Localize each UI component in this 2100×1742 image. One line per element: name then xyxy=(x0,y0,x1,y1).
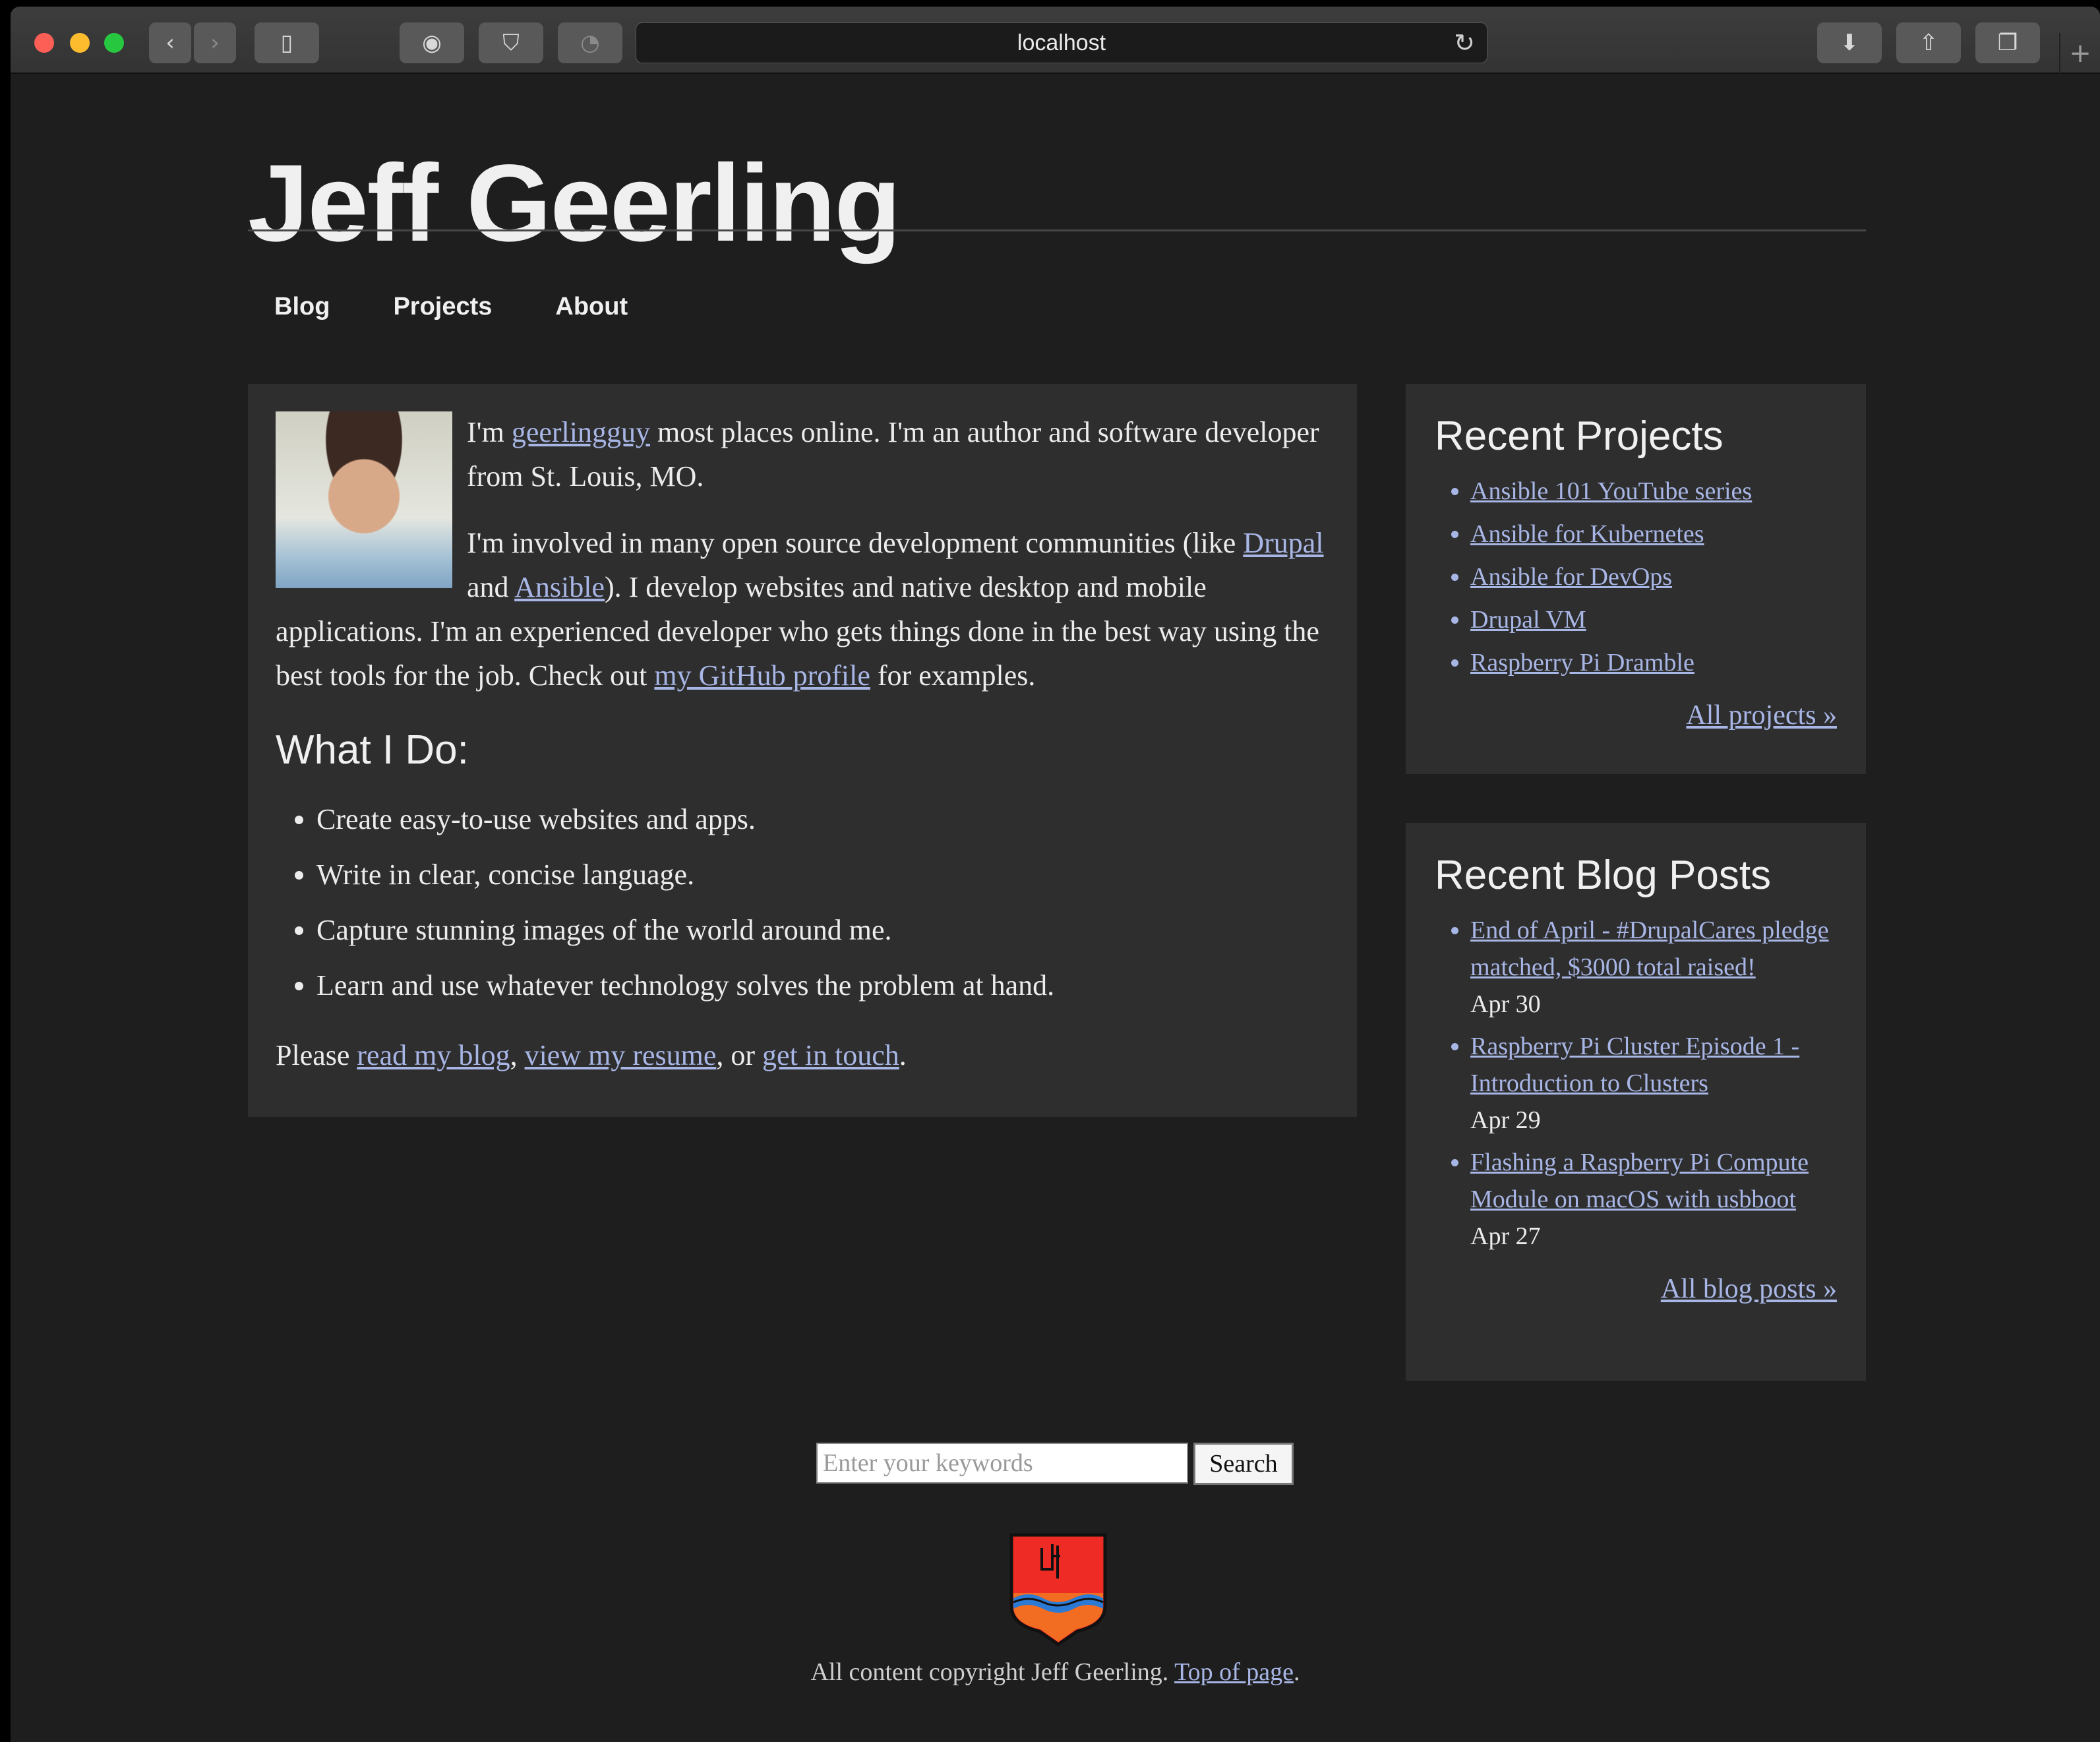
minimize-window-button[interactable] xyxy=(70,33,90,53)
site-crest-logo[interactable] xyxy=(1009,1532,1108,1648)
new-tab-button[interactable]: + xyxy=(2059,33,2100,74)
nav-blog[interactable]: Blog xyxy=(274,293,330,321)
recent-projects-heading: Recent Projects xyxy=(1435,413,1724,459)
list-item: Raspberry Pi Dramble xyxy=(1470,644,1837,681)
post-date: Apr 29 xyxy=(1470,1106,1541,1134)
project-link[interactable]: Raspberry Pi Dramble xyxy=(1470,649,1695,676)
all-posts-row: All blog posts » xyxy=(1435,1273,1837,1305)
search-form: Search xyxy=(816,1443,1294,1485)
nav-about[interactable]: About xyxy=(555,293,628,321)
project-link[interactable]: Ansible for Kubernetes xyxy=(1470,520,1704,548)
author-photo xyxy=(276,411,452,588)
url-text: localhost xyxy=(1017,30,1106,55)
site-footer: All content copyright Jeff Geerling. Top… xyxy=(810,1658,1300,1686)
what-i-do-list: Create easy-to-use websites and apps. Wr… xyxy=(316,792,1329,1013)
zoom-window-button[interactable] xyxy=(104,33,124,53)
github-profile-link[interactable]: my GitHub profile xyxy=(654,659,870,692)
list-item: Ansible for Kubernetes xyxy=(1470,516,1837,553)
post-link[interactable]: End of April - #DrupalCares pledge match… xyxy=(1470,916,1828,981)
project-link[interactable]: Drupal VM xyxy=(1470,606,1586,634)
reload-icon[interactable]: ↻ xyxy=(1454,28,1475,57)
site-title[interactable]: Jeff Geerling xyxy=(248,141,901,266)
intro-panel: I'm geerlingguy most places online. I'm … xyxy=(248,384,1357,1117)
list-item: Write in clear, concise language. xyxy=(316,847,1329,903)
main-nav: Blog Projects About xyxy=(274,293,628,321)
project-link[interactable]: Ansible 101 YouTube series xyxy=(1470,477,1752,505)
tabs-overview-button[interactable]: ❐ xyxy=(1975,22,2040,63)
list-item: Capture stunning images of the world aro… xyxy=(316,903,1329,958)
title-divider xyxy=(248,229,1866,231)
list-item: Ansible 101 YouTube series xyxy=(1470,473,1837,510)
list-item: Drupal VM xyxy=(1470,601,1837,638)
geerlingguy-link[interactable]: geerlingguy xyxy=(512,416,650,448)
share-icon: ⇧ xyxy=(1919,30,1938,56)
sidebar-icon: ▯ xyxy=(280,30,293,56)
list-item: End of April - #DrupalCares pledge match… xyxy=(1470,912,1837,1023)
shield-icon: ⛉ xyxy=(502,30,520,56)
list-item: Raspberry Pi Cluster Episode 1 - Introdu… xyxy=(1470,1028,1837,1139)
download-icon: ⬇ xyxy=(1840,30,1859,56)
ansible-link[interactable]: Ansible xyxy=(514,571,605,603)
post-date: Apr 30 xyxy=(1470,990,1541,1018)
drupal-link[interactable]: Drupal xyxy=(1243,527,1323,559)
downloads-button[interactable]: ⬇ xyxy=(1817,22,1882,63)
posts-list: End of April - #DrupalCares pledge match… xyxy=(1470,912,1837,1255)
list-item: Ansible for DevOps xyxy=(1470,558,1837,595)
browser-window: ‹ › ▯ ◉ ⛉ ◔ localhost ↻ ⬇ ⇧ ❐ + Jeff Gee… xyxy=(11,7,2100,1742)
post-link[interactable]: Flashing a Raspberry Pi Compute Module o… xyxy=(1470,1149,1809,1213)
close-window-button[interactable] xyxy=(34,33,54,53)
contact-link[interactable]: get in touch xyxy=(762,1039,899,1071)
all-posts-link[interactable]: All blog posts » xyxy=(1661,1274,1837,1304)
all-projects-link[interactable]: All projects » xyxy=(1686,700,1837,731)
share-button[interactable]: ⇧ xyxy=(1896,22,1961,63)
call-to-action: Please read my blog, view my resume, or … xyxy=(276,1039,907,1071)
privacy-extension-button[interactable]: ⛉ xyxy=(479,22,543,63)
post-date: Apr 27 xyxy=(1470,1222,1541,1250)
what-i-do-heading: What I Do: xyxy=(276,727,469,773)
nav-projects[interactable]: Projects xyxy=(393,293,492,321)
password-manager-button[interactable]: ◉ xyxy=(400,22,464,63)
plus-icon: + xyxy=(2069,38,2091,69)
list-item: Create easy-to-use websites and apps. xyxy=(316,792,1329,847)
recent-posts-panel: Recent Blog Posts End of April - #Drupal… xyxy=(1406,823,1866,1381)
projects-list: Ansible 101 YouTube series Ansible for K… xyxy=(1470,473,1837,681)
rss-icon: ◔ xyxy=(580,30,600,56)
list-item: Learn and use whatever technology solves… xyxy=(316,958,1329,1013)
post-link[interactable]: Raspberry Pi Cluster Episode 1 - Introdu… xyxy=(1470,1033,1799,1097)
sidebar-toggle-button[interactable]: ▯ xyxy=(255,22,319,63)
forward-button[interactable]: › xyxy=(194,22,236,63)
chevron-right-icon: › xyxy=(210,30,220,56)
browser-toolbar: ‹ › ▯ ◉ ⛉ ◔ localhost ↻ ⬇ ⇧ ❐ + xyxy=(11,7,2100,74)
address-bar[interactable]: localhost ↻ xyxy=(636,22,1487,63)
back-button[interactable]: ‹ xyxy=(149,22,191,63)
project-link[interactable]: Ansible for DevOps xyxy=(1470,563,1672,591)
list-item: Flashing a Raspberry Pi Compute Module o… xyxy=(1470,1144,1837,1255)
search-input[interactable] xyxy=(816,1443,1188,1484)
chevron-left-icon: ‹ xyxy=(165,30,175,56)
rss-button[interactable]: ◔ xyxy=(558,22,622,63)
recent-posts-heading: Recent Blog Posts xyxy=(1435,853,1772,898)
password-manager-icon: ◉ xyxy=(422,30,442,56)
resume-link[interactable]: view my resume xyxy=(525,1039,717,1071)
search-button[interactable]: Search xyxy=(1193,1443,1294,1485)
tabs-icon: ❐ xyxy=(1997,30,2018,56)
web-page: Jeff Geerling Blog Projects About I'm ge… xyxy=(11,75,2100,1742)
recent-projects-panel: Recent Projects Ansible 101 YouTube seri… xyxy=(1406,384,1866,774)
read-blog-link[interactable]: read my blog xyxy=(357,1039,510,1071)
top-of-page-link[interactable]: Top of page xyxy=(1174,1658,1294,1686)
all-projects-row: All projects » xyxy=(1435,700,1837,731)
